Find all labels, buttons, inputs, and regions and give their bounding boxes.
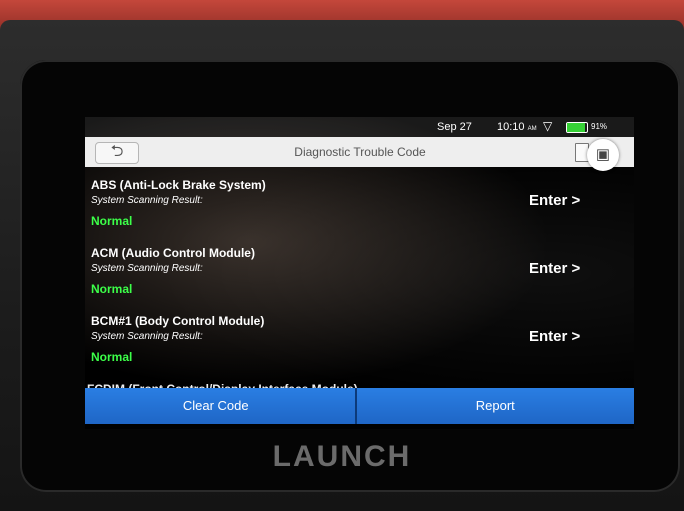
system-name: ACM (Audio Control Module) — [91, 246, 255, 260]
battery-level — [567, 123, 586, 132]
status-date: Sep 27 — [437, 121, 472, 133]
system-name: BCM#1 (Body Control Module) — [91, 314, 265, 328]
brand-logo: LAUNCH — [272, 440, 412, 473]
enter-button[interactable]: Enter > — [529, 328, 580, 345]
list-item[interactable]: ACM (Audio Control Module) System Scanni… — [91, 246, 631, 314]
device-screen: Sep 27 10:10 AM ▽ 91% ⮌ Diagnostic Troub… — [85, 117, 634, 429]
status-time: 10:10 AM — [497, 121, 537, 133]
battery-percent: 91% — [591, 122, 608, 131]
list-item[interactable]: BCM#1 (Body Control Module) System Scann… — [91, 314, 631, 382]
wifi-icon: ▽ — [543, 119, 553, 133]
system-name: ABS (Anti-Lock Brake System) — [91, 178, 266, 192]
scan-status: Normal — [91, 214, 133, 228]
camera-icon: ▣ — [595, 146, 611, 163]
status-bar: Sep 27 10:10 AM ▽ 91% — [85, 117, 634, 137]
list-item[interactable]: ABS (Anti-Lock Brake System) System Scan… — [91, 178, 631, 246]
scan-result-label: System Scanning Result: — [91, 195, 203, 206]
scan-result-label: System Scanning Result: — [91, 331, 203, 342]
report-button[interactable]: Report — [356, 388, 634, 424]
back-button[interactable]: ⮌ — [95, 142, 139, 164]
scan-result-label: System Scanning Result: — [91, 263, 203, 274]
status-time-value: 10:10 — [497, 121, 525, 133]
enter-button[interactable]: Enter > — [529, 260, 580, 277]
battery-icon — [566, 122, 588, 133]
bottom-button-bar: Clear Code Report — [85, 388, 634, 424]
screenshot-button[interactable]: ▣ — [587, 139, 619, 171]
scan-status: Normal — [91, 350, 133, 364]
back-arrow-icon: ⮌ — [110, 143, 124, 160]
title-bar: ⮌ Diagnostic Trouble Code — [85, 137, 634, 167]
enter-button[interactable]: Enter > — [529, 192, 580, 209]
page-title: Diagnostic Trouble Code — [294, 145, 426, 159]
status-time-suffix: AM — [527, 126, 537, 132]
clear-code-button[interactable]: Clear Code — [85, 388, 355, 424]
scan-status: Normal — [91, 282, 133, 296]
